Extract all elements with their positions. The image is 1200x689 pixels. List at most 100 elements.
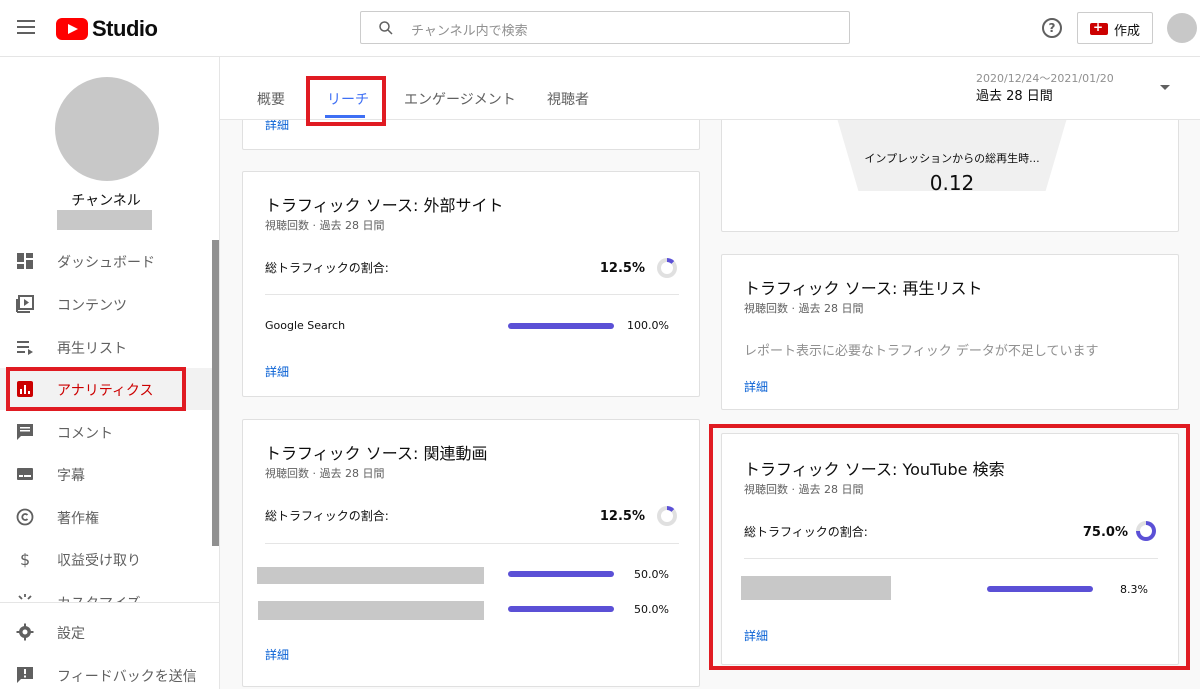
subtitles-icon — [17, 468, 33, 480]
search-icon — [379, 21, 393, 35]
sidebar-item-subtitles[interactable]: 字幕 — [0, 453, 212, 495]
divider — [744, 558, 1158, 559]
divider — [265, 294, 679, 295]
tab-overview[interactable]: 概要 — [257, 89, 285, 109]
divider — [265, 543, 679, 544]
card-traffic-related: トラフィック ソース: 関連動画 視聴回数 · 過去 28 日間 総トラフィック… — [242, 419, 700, 687]
row-label-redacted — [258, 601, 484, 620]
card-subtitle: 視聴回数 · 過去 28 日間 — [744, 302, 864, 315]
sidebar-item-label: コメント — [57, 426, 113, 442]
chevron-down-icon — [1160, 85, 1170, 90]
playlist-icon — [17, 341, 33, 355]
funnel-label: インプレッションからの総再生時... — [864, 152, 1040, 165]
sidebar-item-label: コンテンツ — [57, 298, 127, 314]
row-bar — [987, 586, 1093, 592]
studio-logo[interactable]: Studio — [56, 16, 158, 42]
share-donut — [657, 506, 677, 526]
channel-handle-redacted — [57, 210, 152, 230]
card-subtitle: 視聴回数 · 過去 28 日間 — [744, 483, 864, 496]
share-value: 75.0% — [1082, 525, 1128, 540]
sidebar-item-label: フィードバックを送信 — [57, 669, 197, 685]
sidebar-item-settings[interactable]: 設定 — [0, 611, 212, 653]
menu-icon[interactable] — [17, 20, 35, 34]
tab-engagement[interactable]: エンゲージメント — [404, 89, 516, 109]
card-traffic-playlist: トラフィック ソース: 再生リスト 視聴回数 · 過去 28 日間 レポート表示… — [721, 254, 1179, 410]
dollar-icon: $ — [20, 550, 30, 568]
card-subtitle: 視聴回数 · 過去 28 日間 — [265, 467, 385, 480]
funnel-value: 0.12 — [929, 171, 975, 195]
row-bar — [508, 323, 614, 329]
row-label-redacted — [741, 576, 891, 600]
search-placeholder: チャンネル内で検索 — [411, 24, 528, 39]
youtube-logo-icon — [56, 18, 88, 40]
tab-audience[interactable]: 視聴者 — [547, 89, 589, 109]
date-range-label: 過去 28 日間 — [976, 89, 1053, 104]
sidebar-item-copyright[interactable]: 著作権 — [0, 496, 212, 538]
create-button[interactable]: 作成 — [1077, 12, 1153, 44]
video-add-icon — [1090, 20, 1108, 35]
gear-icon — [16, 623, 34, 641]
sidebar-scrollbar[interactable] — [212, 240, 219, 546]
share-label: 総トラフィックの割合: — [265, 261, 389, 275]
row-label: Google Search — [265, 319, 346, 332]
create-button-label: 作成 — [1114, 24, 1141, 39]
sidebar-item-label: ダッシュボード — [57, 255, 155, 271]
card-title: トラフィック ソース: 関連動画 — [265, 444, 488, 463]
card-title: トラフィック ソース: 再生リスト — [744, 279, 983, 298]
content-icon — [16, 295, 34, 313]
sidebar-item-label: 再生リスト — [57, 341, 127, 357]
sidebar-item-comments[interactable]: コメント — [0, 411, 212, 453]
sidebar-item-label: 著作権 — [57, 511, 99, 527]
share-value: 12.5% — [599, 261, 645, 276]
insufficient-data-message: レポート表示に必要なトラフィック データが不足しています — [744, 344, 1099, 359]
active-tab-indicator — [325, 115, 365, 118]
sidebar-item-analytics[interactable]: アナリティクス — [0, 368, 212, 410]
search-input[interactable]: チャンネル内で検索 — [360, 11, 850, 44]
share-label: 総トラフィックの割合: — [744, 525, 868, 539]
detail-link[interactable]: 詳細 — [744, 378, 768, 395]
row-label-redacted — [257, 567, 484, 584]
svg-text:$: $ — [20, 550, 30, 568]
card-traffic-external: トラフィック ソース: 外部サイト 視聴回数 · 過去 28 日間 総トラフィッ… — [242, 171, 700, 397]
sidebar-item-playlists[interactable]: 再生リスト — [0, 326, 212, 368]
sidebar-item-label: 収益受け取り — [57, 553, 141, 569]
detail-link[interactable]: 詳細 — [265, 363, 289, 380]
row-pct: 100.0% — [627, 319, 669, 332]
account-avatar[interactable] — [1167, 13, 1197, 43]
sidebar-item-monetization[interactable]: $ 収益受け取り — [0, 538, 212, 580]
detail-link[interactable]: 詳細 — [265, 646, 289, 663]
dashboard-icon — [17, 253, 33, 269]
sidebar-item-label: アナリティクス — [57, 383, 154, 399]
sidebar-bottom-nav: 設定 フィードバックを送信 — [0, 602, 219, 689]
row-pct: 50.0% — [634, 603, 669, 616]
sidebar-item-label: 字幕 — [57, 468, 85, 484]
share-donut — [1136, 521, 1156, 541]
sidebar-item-content[interactable]: コンテンツ — [0, 283, 212, 325]
sidebar-item-feedback[interactable]: フィードバックを送信 — [0, 654, 212, 689]
feedback-icon — [17, 667, 33, 683]
channel-avatar[interactable] — [55, 77, 159, 181]
copyright-icon — [16, 508, 34, 526]
detail-link[interactable]: 詳細 — [744, 627, 768, 644]
row-bar — [508, 606, 614, 612]
comment-icon — [17, 424, 33, 440]
card-title: トラフィック ソース: YouTube 検索 — [744, 460, 1005, 479]
card-title: トラフィック ソース: 外部サイト — [265, 196, 504, 215]
channel-name: チャンネル — [71, 193, 141, 209]
share-donut — [657, 258, 677, 278]
row-pct: 50.0% — [634, 568, 669, 581]
tab-reach[interactable]: リーチ — [327, 89, 369, 109]
app-title: Studio — [92, 16, 158, 41]
date-range-text: 2020/12/24〜2021/01/20 — [976, 72, 1114, 85]
card-traffic-youtube-search: トラフィック ソース: YouTube 検索 視聴回数 · 過去 28 日間 総… — [721, 433, 1179, 665]
row-pct: 8.3% — [1120, 583, 1148, 596]
card-subtitle: 視聴回数 · 過去 28 日間 — [265, 219, 385, 232]
analytics-icon — [17, 381, 33, 397]
sidebar-item-dashboard[interactable]: ダッシュボード — [0, 240, 212, 282]
sidebar-item-label: 設定 — [57, 626, 85, 642]
help-icon[interactable]: ? — [1042, 18, 1062, 38]
sidebar: チャンネル ダッシュボード コンテンツ 再生リスト アナリティクス コメント 字… — [0, 57, 220, 689]
analytics-tab-bar: 概要 リーチ エンゲージメント 視聴者 2020/12/24〜2021/01/2… — [220, 57, 1200, 120]
share-label: 総トラフィックの割合: — [265, 509, 389, 523]
row-bar — [508, 571, 614, 577]
